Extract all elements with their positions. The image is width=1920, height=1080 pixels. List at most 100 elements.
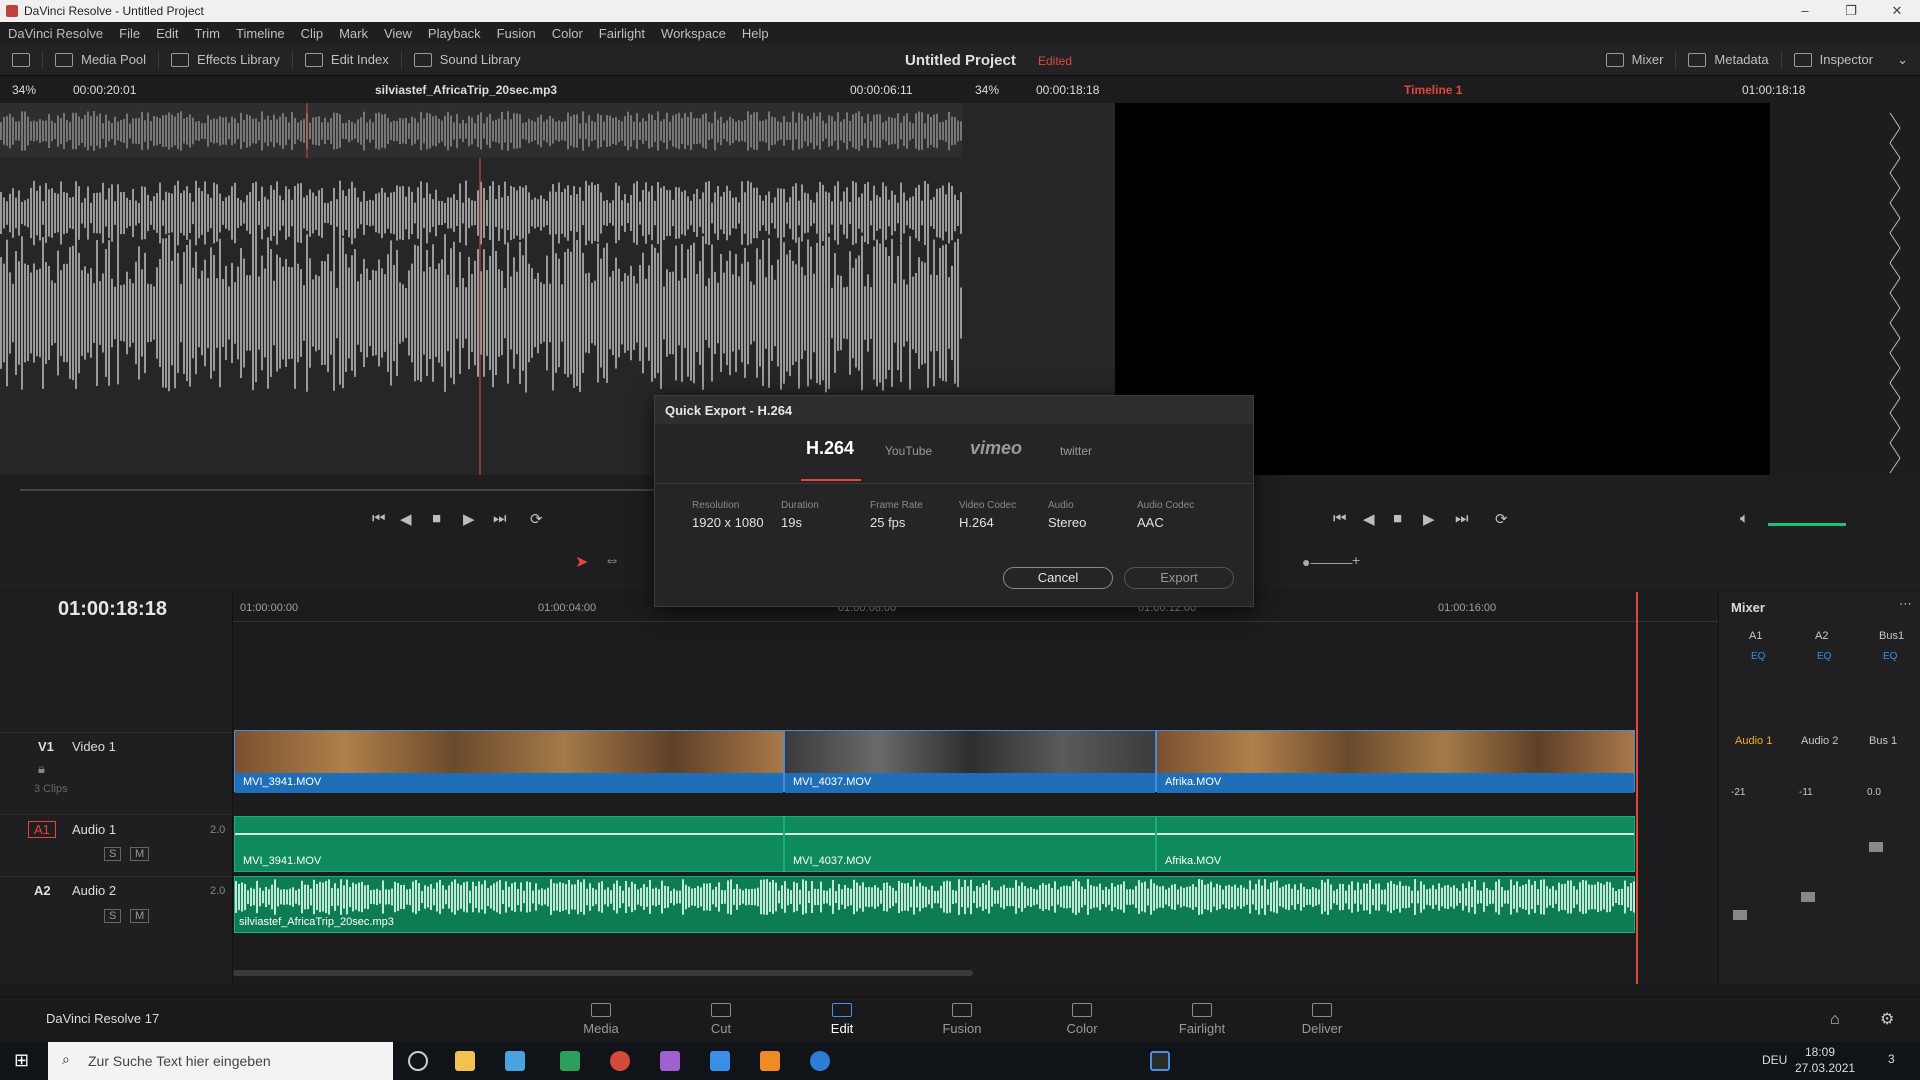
volume-icon[interactable]: 🔈︎ (1740, 510, 1749, 527)
loop-icon[interactable]: ⟳ (530, 510, 543, 528)
menu-timeline[interactable]: Timeline (228, 26, 293, 41)
menu-mark[interactable]: Mark (331, 26, 376, 41)
fader-a1[interactable] (1733, 910, 1747, 920)
page-media[interactable]: Media (551, 1003, 651, 1036)
inspector-button[interactable]: Inspector (1782, 44, 1885, 75)
stop-icon[interactable]: ■ (432, 510, 441, 527)
video-clip[interactable]: Afrika.MOV (1156, 730, 1635, 793)
mixer-button[interactable]: Mixer (1594, 44, 1676, 75)
jump-end-icon[interactable]: ⏭ (493, 510, 507, 527)
audio-clip[interactable]: Afrika.MOV (1156, 816, 1635, 872)
timeline-scrollbar[interactable] (233, 970, 973, 976)
menu-view[interactable]: View (376, 26, 420, 41)
menu-davinci[interactable]: DaVinci Resolve (0, 26, 111, 41)
app-icon[interactable] (660, 1051, 680, 1071)
zoom-slider[interactable]: ●——— (1302, 554, 1352, 570)
lang-indicator[interactable]: DEU (1762, 1053, 1787, 1067)
close-button[interactable]: ✕ (1874, 3, 1920, 19)
clock-time[interactable]: 18:09 (1805, 1045, 1835, 1059)
fader-a2[interactable] (1801, 892, 1815, 902)
home-icon[interactable]: ⌂ (1830, 1011, 1840, 1029)
eq-button-a1[interactable]: EQ (1751, 651, 1765, 662)
app-icon[interactable] (505, 1051, 525, 1071)
edge-icon[interactable] (810, 1051, 830, 1071)
playhead[interactable] (1636, 592, 1638, 984)
reverse-icon[interactable]: ◀ (400, 510, 412, 528)
page-fairlight[interactable]: Fairlight (1152, 1003, 1252, 1036)
minimize-button[interactable]: – (1782, 3, 1828, 19)
menu-fusion[interactable]: Fusion (489, 26, 544, 41)
edit-index-button[interactable]: Edit Index (293, 44, 401, 75)
audio-clip[interactable]: MVI_3941.MOV (234, 816, 784, 872)
program-play-icon[interactable]: ▶ (1423, 510, 1435, 528)
tab-h264[interactable]: H.264 (806, 438, 854, 459)
menu-clip[interactable]: Clip (293, 26, 331, 41)
menu-playback[interactable]: Playback (420, 26, 489, 41)
metadata-button[interactable]: Metadata (1676, 44, 1780, 75)
os-search-input[interactable]: ⌕ Zur Suche Text hier eingeben (48, 1042, 393, 1080)
tab-vimeo[interactable]: vimeo (970, 438, 1022, 459)
davinci-taskbar-icon[interactable] (1150, 1051, 1170, 1071)
program-stop-icon[interactable]: ■ (1393, 510, 1402, 527)
maximize-button[interactable]: ❐ (1828, 3, 1874, 19)
settings-icon[interactable]: ⚙ (1880, 1009, 1894, 1029)
timeline-name[interactable]: Timeline 1 (1404, 83, 1462, 97)
music-clip[interactable]: silviastef_AfricaTrip_20sec.mp3 (234, 876, 1635, 933)
notifications-badge[interactable]: 3 (1888, 1052, 1895, 1066)
a2-solo-button[interactable]: S (104, 909, 122, 923)
selection-tool-icon[interactable]: ➤ (575, 552, 588, 572)
jump-start-icon[interactable]: ⏮ (372, 510, 386, 527)
page-cut[interactable]: Cut (671, 1003, 771, 1036)
tab-youtube[interactable]: YouTube (885, 444, 932, 458)
menu-edit[interactable]: Edit (148, 26, 186, 41)
eq-button-a2[interactable]: EQ (1817, 651, 1831, 662)
opera-icon[interactable] (610, 1051, 630, 1071)
audio-clip[interactable]: MVI_4037.MOV (784, 816, 1156, 872)
source-zoom[interactable]: 34% (12, 83, 36, 97)
program-reverse-icon[interactable]: ◀ (1363, 510, 1375, 528)
v1-lock-icon[interactable]: 🔒︎ (38, 761, 45, 777)
tab-twitter[interactable]: twitter (1060, 444, 1092, 458)
volume-slider[interactable] (1768, 523, 1846, 526)
page-fusion[interactable]: Fusion (912, 1003, 1012, 1036)
eq-button-bus1[interactable]: EQ (1883, 651, 1897, 662)
cortana-icon[interactable] (408, 1051, 428, 1071)
media-pool-button[interactable]: Media Pool (43, 44, 158, 75)
vlc-icon[interactable] (760, 1051, 780, 1071)
cancel-button[interactable]: Cancel (1003, 567, 1113, 589)
play-icon[interactable]: ▶ (463, 510, 475, 528)
zoom-in-icon[interactable]: + (1352, 552, 1360, 568)
sound-library-button[interactable]: Sound Library (402, 44, 533, 75)
program-zoom[interactable]: 34% (975, 83, 999, 97)
program-jump-start-icon[interactable]: ⏮ (1333, 510, 1347, 527)
app-icon[interactable] (560, 1051, 580, 1071)
app-icon[interactable] (710, 1051, 730, 1071)
menu-color[interactable]: Color (544, 26, 591, 41)
a1-mute-button[interactable]: M (130, 847, 150, 861)
more-icon[interactable]: ⋯ (1899, 596, 1912, 612)
export-button[interactable]: Export (1124, 567, 1234, 589)
program-jump-end-icon[interactable]: ⏭ (1455, 510, 1469, 527)
menu-trim[interactable]: Trim (187, 26, 229, 41)
program-loop-icon[interactable]: ⟳ (1495, 510, 1508, 528)
video-clip[interactable]: MVI_4037.MOV (784, 730, 1156, 793)
toolbar-expand-button[interactable]: ⌄ (1885, 44, 1920, 75)
clock-date[interactable]: 27.03.2021 (1795, 1061, 1855, 1075)
page-color[interactable]: Color (1032, 1003, 1132, 1036)
source-clip-name[interactable]: silviastef_AfricaTrip_20sec.mp3 (375, 83, 557, 97)
page-deliver[interactable]: Deliver (1272, 1003, 1372, 1036)
menu-workspace[interactable]: Workspace (653, 26, 734, 41)
a1-solo-button[interactable]: S (104, 847, 122, 861)
video-clip[interactable]: MVI_3941.MOV (234, 730, 784, 793)
a2-mute-button[interactable]: M (130, 909, 150, 923)
menu-fairlight[interactable]: Fairlight (591, 26, 653, 41)
windows-start-icon[interactable]: ⊞ (14, 1050, 29, 1071)
menu-help[interactable]: Help (734, 26, 777, 41)
fader-bus1[interactable] (1869, 842, 1883, 852)
folder-icon[interactable] (455, 1051, 475, 1071)
menu-file[interactable]: File (111, 26, 148, 41)
effects-library-button[interactable]: Effects Library (159, 44, 292, 75)
trim-tool-icon[interactable]: ⇔ (604, 552, 620, 570)
a1-track-id[interactable]: A1 (28, 821, 56, 838)
page-edit[interactable]: Edit (792, 1003, 892, 1047)
